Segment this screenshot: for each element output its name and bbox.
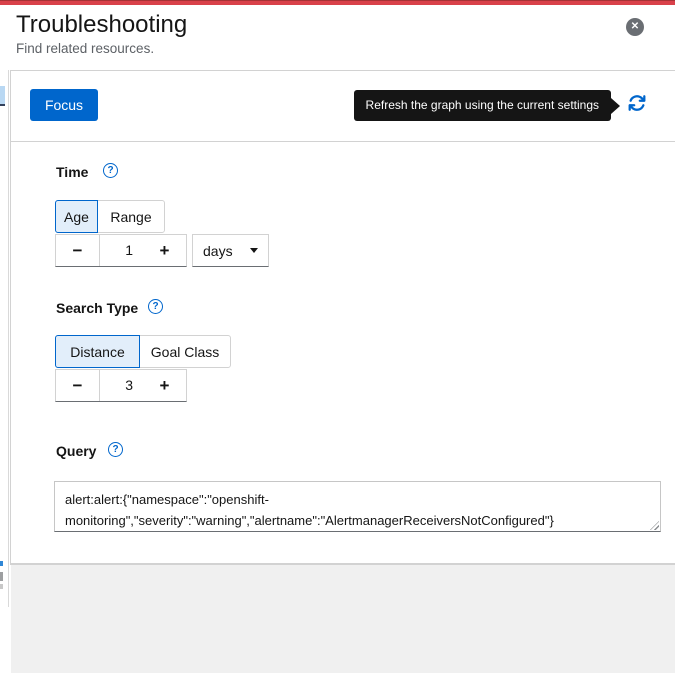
minus-button[interactable]: − [56,370,99,401]
minus-button[interactable]: − [56,235,99,266]
plus-button[interactable]: + [143,370,186,401]
background-fragment [0,561,3,566]
toolbar-divider [11,141,675,142]
toggle-age[interactable]: Age [55,200,98,233]
time-unit-select[interactable]: days [192,234,269,267]
sync-icon [628,95,646,115]
time-mode-toggle: Age Range [55,200,165,233]
toggle-range[interactable]: Range [97,200,165,233]
toggle-distance[interactable]: Distance [55,335,140,368]
plus-button[interactable]: + [143,235,186,266]
background-fragment [0,572,3,581]
query-help-icon[interactable]: ? [108,442,123,457]
background-link-fragment [0,86,5,106]
minus-icon: − [72,240,83,260]
time-number-input: − 1 + [55,234,187,267]
minus-icon: − [72,375,83,395]
bottom-background-area [11,565,675,673]
troubleshooting-panel: Troubleshooting Find related resources. … [0,0,675,673]
background-fragment [0,584,3,589]
background-page-border [8,70,9,607]
time-unit-value: days [203,242,233,259]
time-value[interactable]: 1 [99,235,143,266]
close-button[interactable]: ✕ [626,18,644,36]
search-type-number-input: − 3 + [55,369,187,402]
toggle-goal-class[interactable]: Goal Class [139,335,231,368]
refresh-button[interactable] [627,94,647,114]
top-accent-bar [0,0,675,5]
search-type-value[interactable]: 3 [99,370,143,401]
time-help-icon[interactable]: ? [103,163,118,178]
query-label: Query [56,443,97,459]
refresh-tooltip: Refresh the graph using the current sett… [353,90,611,121]
tooltip-arrow [611,98,620,114]
focus-button[interactable]: Focus [30,89,98,121]
page-title: Troubleshooting [16,11,188,38]
query-textarea[interactable]: alert:alert:{"namespace":"openshift-moni… [54,481,661,532]
caret-down-icon [250,248,258,253]
close-icon: ✕ [630,21,640,32]
search-type-label: Search Type [56,300,139,316]
query-field-wrapper: alert:alert:{"namespace":"openshift-moni… [54,481,661,532]
page-subtitle: Find related resources. [16,41,155,56]
settings-card: Focus Refresh the graph using the curren… [10,70,675,565]
search-type-toggle: Distance Goal Class [55,335,231,368]
time-label: Time [56,164,89,180]
plus-icon: + [159,240,170,260]
plus-icon: + [159,375,170,395]
search-type-help-icon[interactable]: ? [148,299,163,314]
